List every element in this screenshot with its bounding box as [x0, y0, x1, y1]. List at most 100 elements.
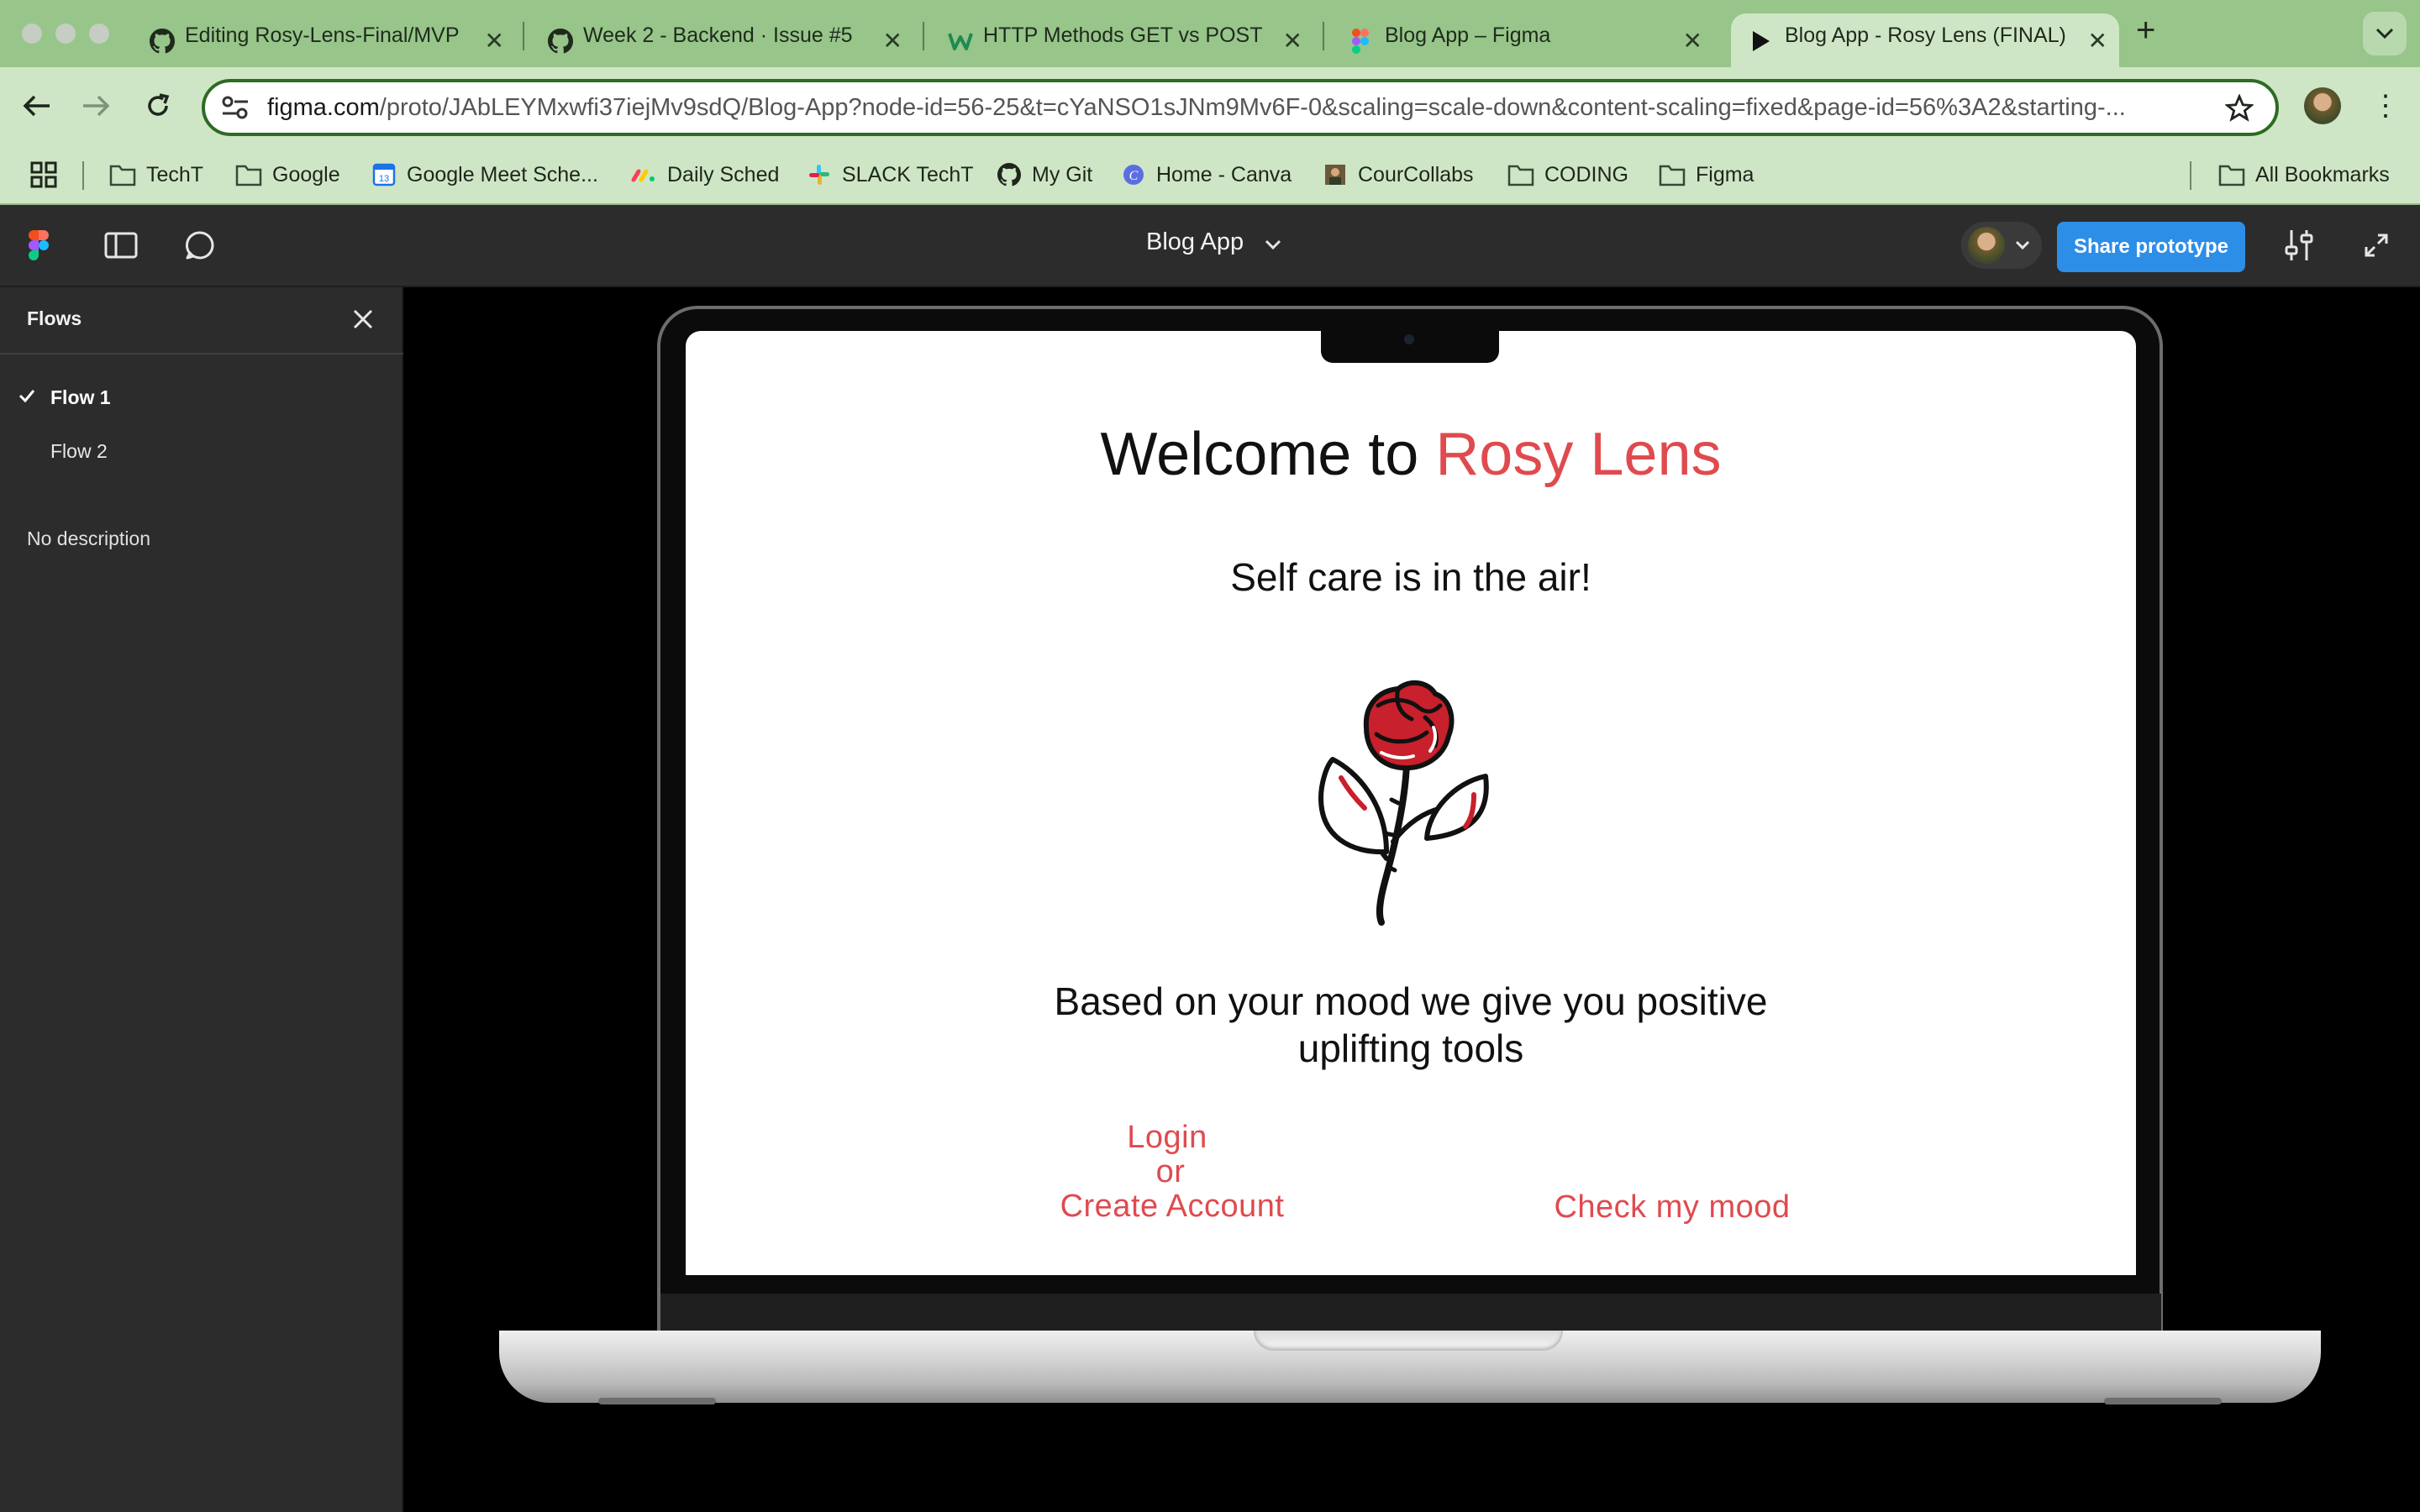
flow-description: No description	[27, 528, 151, 549]
all-bookmarks-label: All Bookmarks	[2255, 162, 2390, 186]
browser-menu-icon[interactable]: ⋮	[2371, 87, 2400, 124]
tab-title: Week 2 - Backend · Issue #5	[583, 24, 853, 47]
bookmark-label: Google	[272, 162, 340, 186]
site-settings-icon[interactable]	[220, 94, 250, 121]
sidebar-divider	[0, 353, 403, 354]
figma-logo-icon[interactable]	[29, 230, 49, 260]
reload-icon	[148, 93, 170, 116]
close-tab-icon[interactable]: ✕	[1683, 27, 1702, 55]
url-text: figma.com/proto/JAbLEYMxwfi37iejMv9sdQ/B…	[267, 94, 2126, 122]
folder-icon	[2218, 165, 2245, 186]
github-icon	[997, 163, 1022, 186]
chevron-down-icon	[2015, 240, 2030, 250]
back-button[interactable]	[18, 87, 55, 124]
laptop-lip	[1254, 1331, 1563, 1351]
bookmark-label: CourCollabs	[1358, 162, 1474, 186]
tab-blog-app-figma[interactable]: Blog App – Figma ✕	[1331, 13, 1714, 67]
flow-item-2[interactable]: Flow 2	[0, 427, 403, 474]
flow-label: Flow 1	[50, 386, 111, 408]
bookmark-label: CODING	[1544, 162, 1628, 186]
file-name[interactable]: Blog App	[1146, 228, 1244, 256]
maximize-window-button[interactable]	[89, 24, 109, 44]
settings-sliders-icon[interactable]	[2284, 228, 2314, 262]
w-logo-icon	[948, 33, 973, 50]
sidebar-toggle-icon[interactable]	[104, 232, 138, 259]
brand-name: Rosy Lens	[1435, 421, 1722, 488]
url-domain: figma.com	[267, 94, 380, 121]
welcome-prefix: Welcome to	[1100, 421, 1436, 488]
bookmark-slack[interactable]: SLACK TechT	[807, 160, 974, 190]
tab-separator	[523, 22, 524, 50]
tab-week2-backend[interactable]: Week 2 - Backend · Issue #5 ✕	[531, 13, 914, 67]
bookmark-canva[interactable]: C Home - Canva	[1121, 160, 1292, 190]
close-tab-icon[interactable]: ✕	[883, 27, 902, 55]
github-icon	[150, 29, 175, 54]
play-icon	[1753, 31, 1770, 51]
new-tab-icon[interactable]: +	[2136, 12, 2155, 50]
laptop-chin	[660, 1294, 2161, 1332]
address-bar[interactable]: figma.com/proto/JAbLEYMxwfi37iejMv9sdQ/B…	[202, 79, 2279, 136]
bookmark-divider	[2190, 161, 2191, 190]
comment-icon[interactable]	[185, 230, 215, 260]
browser-tab-bar: Editing Rosy-Lens-Final/MVP ✕ Week 2 - B…	[0, 0, 2420, 67]
minimize-window-button[interactable]	[55, 24, 76, 44]
create-account-label: Create Account	[1060, 1189, 1285, 1224]
camera-icon	[1404, 334, 1414, 344]
profile-avatar[interactable]	[2304, 87, 2341, 124]
bookmark-star-icon[interactable]	[2225, 94, 2254, 123]
monday-icon	[631, 169, 655, 182]
login-create-account-link[interactable]: Login or Create Account	[1042, 1121, 1302, 1224]
figma-toolbar: Blog App Share prototype	[0, 205, 2420, 287]
avatar-icon	[1325, 165, 1345, 185]
tab-blog-app-rosy-lens[interactable]: Blog App - Rosy Lens (FINAL) ✕	[1731, 13, 2119, 67]
folder-icon	[235, 165, 262, 186]
folder-icon	[1507, 165, 1534, 186]
bookmark-courcollabs[interactable]: CourCollabs	[1323, 160, 1474, 190]
all-bookmarks[interactable]: All Bookmarks	[2218, 160, 2390, 190]
bookmark-daily-sched[interactable]: Daily Sched	[630, 160, 779, 190]
fullscreen-icon[interactable]	[2363, 232, 2390, 259]
tab-http-methods[interactable]: HTTP Methods GET vs POST ✕	[931, 13, 1314, 67]
close-icon[interactable]	[351, 307, 375, 331]
tab-title: Blog App – Figma	[1385, 24, 1551, 47]
chevron-down-icon	[2375, 28, 2394, 39]
bookmark-figma[interactable]: Figma	[1659, 160, 1754, 190]
bookmark-divider	[82, 161, 84, 190]
share-prototype-button[interactable]: Share prototype	[2057, 222, 2245, 272]
chevron-down-icon[interactable]	[1264, 239, 1282, 252]
check-my-mood-link[interactable]: Check my mood	[1546, 1189, 1798, 1226]
bookmark-label: Google Meet Sche...	[407, 162, 598, 186]
tab-search-button[interactable]	[2363, 12, 2407, 55]
back-arrow-icon	[23, 95, 50, 117]
flow-label: Flow 2	[50, 440, 108, 462]
mood-description-line: uplifting tools	[1297, 1026, 1524, 1070]
reload-button[interactable]	[139, 87, 176, 124]
url-path: /proto/JAbLEYMxwfi37iejMv9sdQ/Blog-App?n…	[379, 94, 2126, 121]
bookmark-label: TechT	[146, 162, 204, 186]
apps-grid-icon[interactable]	[30, 161, 57, 192]
bookmark-google-meet[interactable]: 13 Google Meet Sche...	[371, 160, 598, 190]
bookmark-coding[interactable]: CODING	[1507, 160, 1628, 190]
tab-separator	[1323, 22, 1324, 50]
bookmark-label: Home - Canva	[1156, 162, 1292, 186]
tab-editing-rosy-lens[interactable]: Editing Rosy-Lens-Final/MVP ✕	[133, 13, 516, 67]
close-tab-icon[interactable]: ✕	[1283, 27, 1302, 55]
folder-icon	[1659, 165, 1686, 186]
close-tab-icon[interactable]: ✕	[2088, 27, 2107, 55]
bookmark-techt[interactable]: TechT	[109, 160, 203, 190]
close-window-button[interactable]	[22, 24, 42, 44]
bookmark-label: Daily Sched	[667, 162, 780, 186]
forward-button[interactable]	[77, 87, 114, 124]
sidebar-title: Flows	[27, 307, 82, 329]
bookmark-google[interactable]: Google	[235, 160, 340, 190]
rose-icon	[1318, 680, 1489, 926]
github-icon	[548, 29, 573, 54]
mood-description: Based on your mood we give you positive …	[686, 978, 2136, 1072]
bookmark-my-git[interactable]: My Git	[997, 160, 1092, 190]
user-switcher[interactable]	[1961, 222, 2042, 269]
svg-text:13: 13	[379, 174, 389, 184]
bookmark-label: Figma	[1696, 162, 1754, 186]
calendar-icon: 13	[372, 163, 396, 186]
close-tab-icon[interactable]: ✕	[485, 27, 504, 55]
flow-item-1[interactable]: Flow 1	[0, 373, 403, 420]
